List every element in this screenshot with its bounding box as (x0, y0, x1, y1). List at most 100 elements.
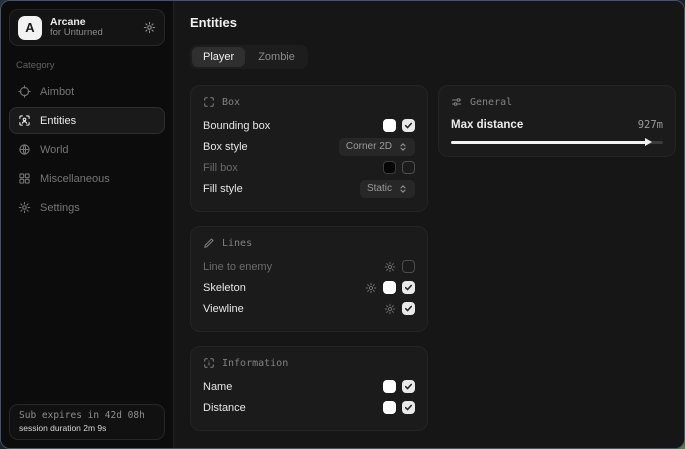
sidebar-item-label: Aimbot (40, 86, 74, 98)
brand-text: Arcane for Unturned (50, 16, 135, 39)
column-left: Box Bounding box Box style (190, 85, 428, 431)
box-card-header: Box (203, 96, 415, 108)
category-label: Category (16, 60, 165, 71)
setting-label: Distance (203, 402, 246, 414)
tab-bar: Player Zombie (190, 45, 308, 69)
tab-zombie[interactable]: Zombie (247, 47, 306, 67)
box-corners-icon (203, 96, 215, 108)
general-card-header: General (451, 96, 663, 108)
sidebar-item-label: World (40, 144, 69, 156)
box-style-select[interactable]: Corner 2D (339, 138, 415, 156)
card-title: Lines (222, 238, 252, 249)
select-value: Static (367, 183, 392, 194)
setting-row-bounding-box: Bounding box (203, 115, 415, 136)
color-swatch[interactable] (383, 119, 396, 132)
session-duration-text: session duration 2m 9s (19, 423, 155, 433)
sidebar: A Arcane for Unturned Category Aimbot (1, 1, 174, 448)
box-card: Box Bounding box Box style (190, 85, 428, 212)
checkbox[interactable] (402, 119, 415, 132)
card-title: General (470, 97, 512, 108)
setting-row-fill-style: Fill style Static (203, 178, 415, 199)
check-icon (404, 304, 413, 313)
crosshair-icon (18, 85, 31, 98)
sidebar-item-label: Miscellaneous (40, 173, 110, 185)
max-distance-row: Max distance 927m (451, 115, 663, 135)
setting-label: Viewline (203, 303, 244, 315)
card-columns: Box Bounding box Box style (190, 85, 676, 431)
globe-icon (18, 143, 31, 156)
sidebar-item-world[interactable]: World (9, 136, 165, 163)
sub-expires-text: Sub expires in 42d 08h (19, 410, 155, 421)
pencil-line-icon (203, 237, 215, 249)
app-window: A Arcane for Unturned Category Aimbot (0, 0, 685, 449)
checkbox[interactable] (402, 281, 415, 294)
app-logo: A (18, 16, 42, 40)
sidebar-item-settings[interactable]: Settings (9, 194, 165, 221)
checkbox[interactable] (402, 401, 415, 414)
setting-row-name: Name (203, 376, 415, 397)
chevron-up-down-icon (398, 142, 408, 152)
checkbox[interactable] (402, 260, 415, 273)
gear-icon[interactable] (143, 21, 156, 34)
gear-icon[interactable] (384, 303, 396, 315)
checkbox[interactable] (402, 302, 415, 315)
setting-label: Line to enemy (203, 261, 272, 273)
grid-icon (18, 172, 31, 185)
lines-card-header: Lines (203, 237, 415, 249)
sidebar-item-aimbot[interactable]: Aimbot (9, 78, 165, 105)
max-distance-slider[interactable] (451, 141, 663, 144)
color-swatch[interactable] (383, 380, 396, 393)
select-value: Corner 2D (346, 141, 392, 152)
sidebar-item-miscellaneous[interactable]: Miscellaneous (9, 165, 165, 192)
slider-fill (451, 141, 646, 144)
column-right: General Max distance 927m (438, 85, 676, 157)
color-swatch[interactable] (383, 161, 396, 174)
card-title: Box (222, 97, 240, 108)
setting-row-fill-box: Fill box (203, 157, 415, 178)
general-card: General Max distance 927m (438, 85, 676, 157)
sliders-icon (451, 96, 463, 108)
slider-label: Max distance (451, 119, 523, 131)
card-title: Information (222, 358, 288, 369)
gear-icon[interactable] (384, 261, 396, 273)
sidebar-item-label: Settings (40, 202, 80, 214)
setting-row-box-style: Box style Corner 2D (203, 136, 415, 157)
check-icon (404, 121, 413, 130)
sidebar-item-entities[interactable]: Entities (9, 107, 165, 134)
sidebar-item-label: Entities (40, 115, 76, 127)
brand-card: A Arcane for Unturned (9, 9, 165, 46)
app-subtitle: for Unturned (50, 28, 135, 39)
checkbox[interactable] (402, 380, 415, 393)
gear-icon (18, 201, 31, 214)
tab-player[interactable]: Player (192, 47, 245, 67)
setting-label: Fill box (203, 162, 238, 174)
info-scan-icon (203, 357, 215, 369)
subscription-panel: Sub expires in 42d 08h session duration … (9, 404, 165, 440)
setting-label: Skeleton (203, 282, 246, 294)
slider-value: 927m (638, 119, 663, 131)
setting-row-viewline: Viewline (203, 298, 415, 319)
entity-scan-icon (18, 114, 31, 127)
slider-handle[interactable] (645, 138, 652, 146)
main-panel: Entities Player Zombie Box Bounding box (174, 1, 685, 448)
setting-label: Fill style (203, 183, 243, 195)
setting-label: Bounding box (203, 120, 270, 132)
setting-label: Name (203, 381, 232, 393)
page-title: Entities (190, 15, 676, 30)
check-icon (404, 382, 413, 391)
chevron-up-down-icon (398, 184, 408, 194)
gear-icon[interactable] (365, 282, 377, 294)
information-card: Information Name Distance (190, 346, 428, 431)
information-card-header: Information (203, 357, 415, 369)
setting-row-distance: Distance (203, 397, 415, 418)
check-icon (404, 403, 413, 412)
color-swatch[interactable] (383, 401, 396, 414)
check-icon (404, 283, 413, 292)
lines-card: Lines Line to enemy Skeleton (190, 226, 428, 332)
checkbox[interactable] (402, 161, 415, 174)
color-swatch[interactable] (383, 281, 396, 294)
setting-label: Box style (203, 141, 248, 153)
fill-style-select[interactable]: Static (360, 180, 415, 198)
setting-row-line-to-enemy: Line to enemy (203, 256, 415, 277)
setting-row-skeleton: Skeleton (203, 277, 415, 298)
